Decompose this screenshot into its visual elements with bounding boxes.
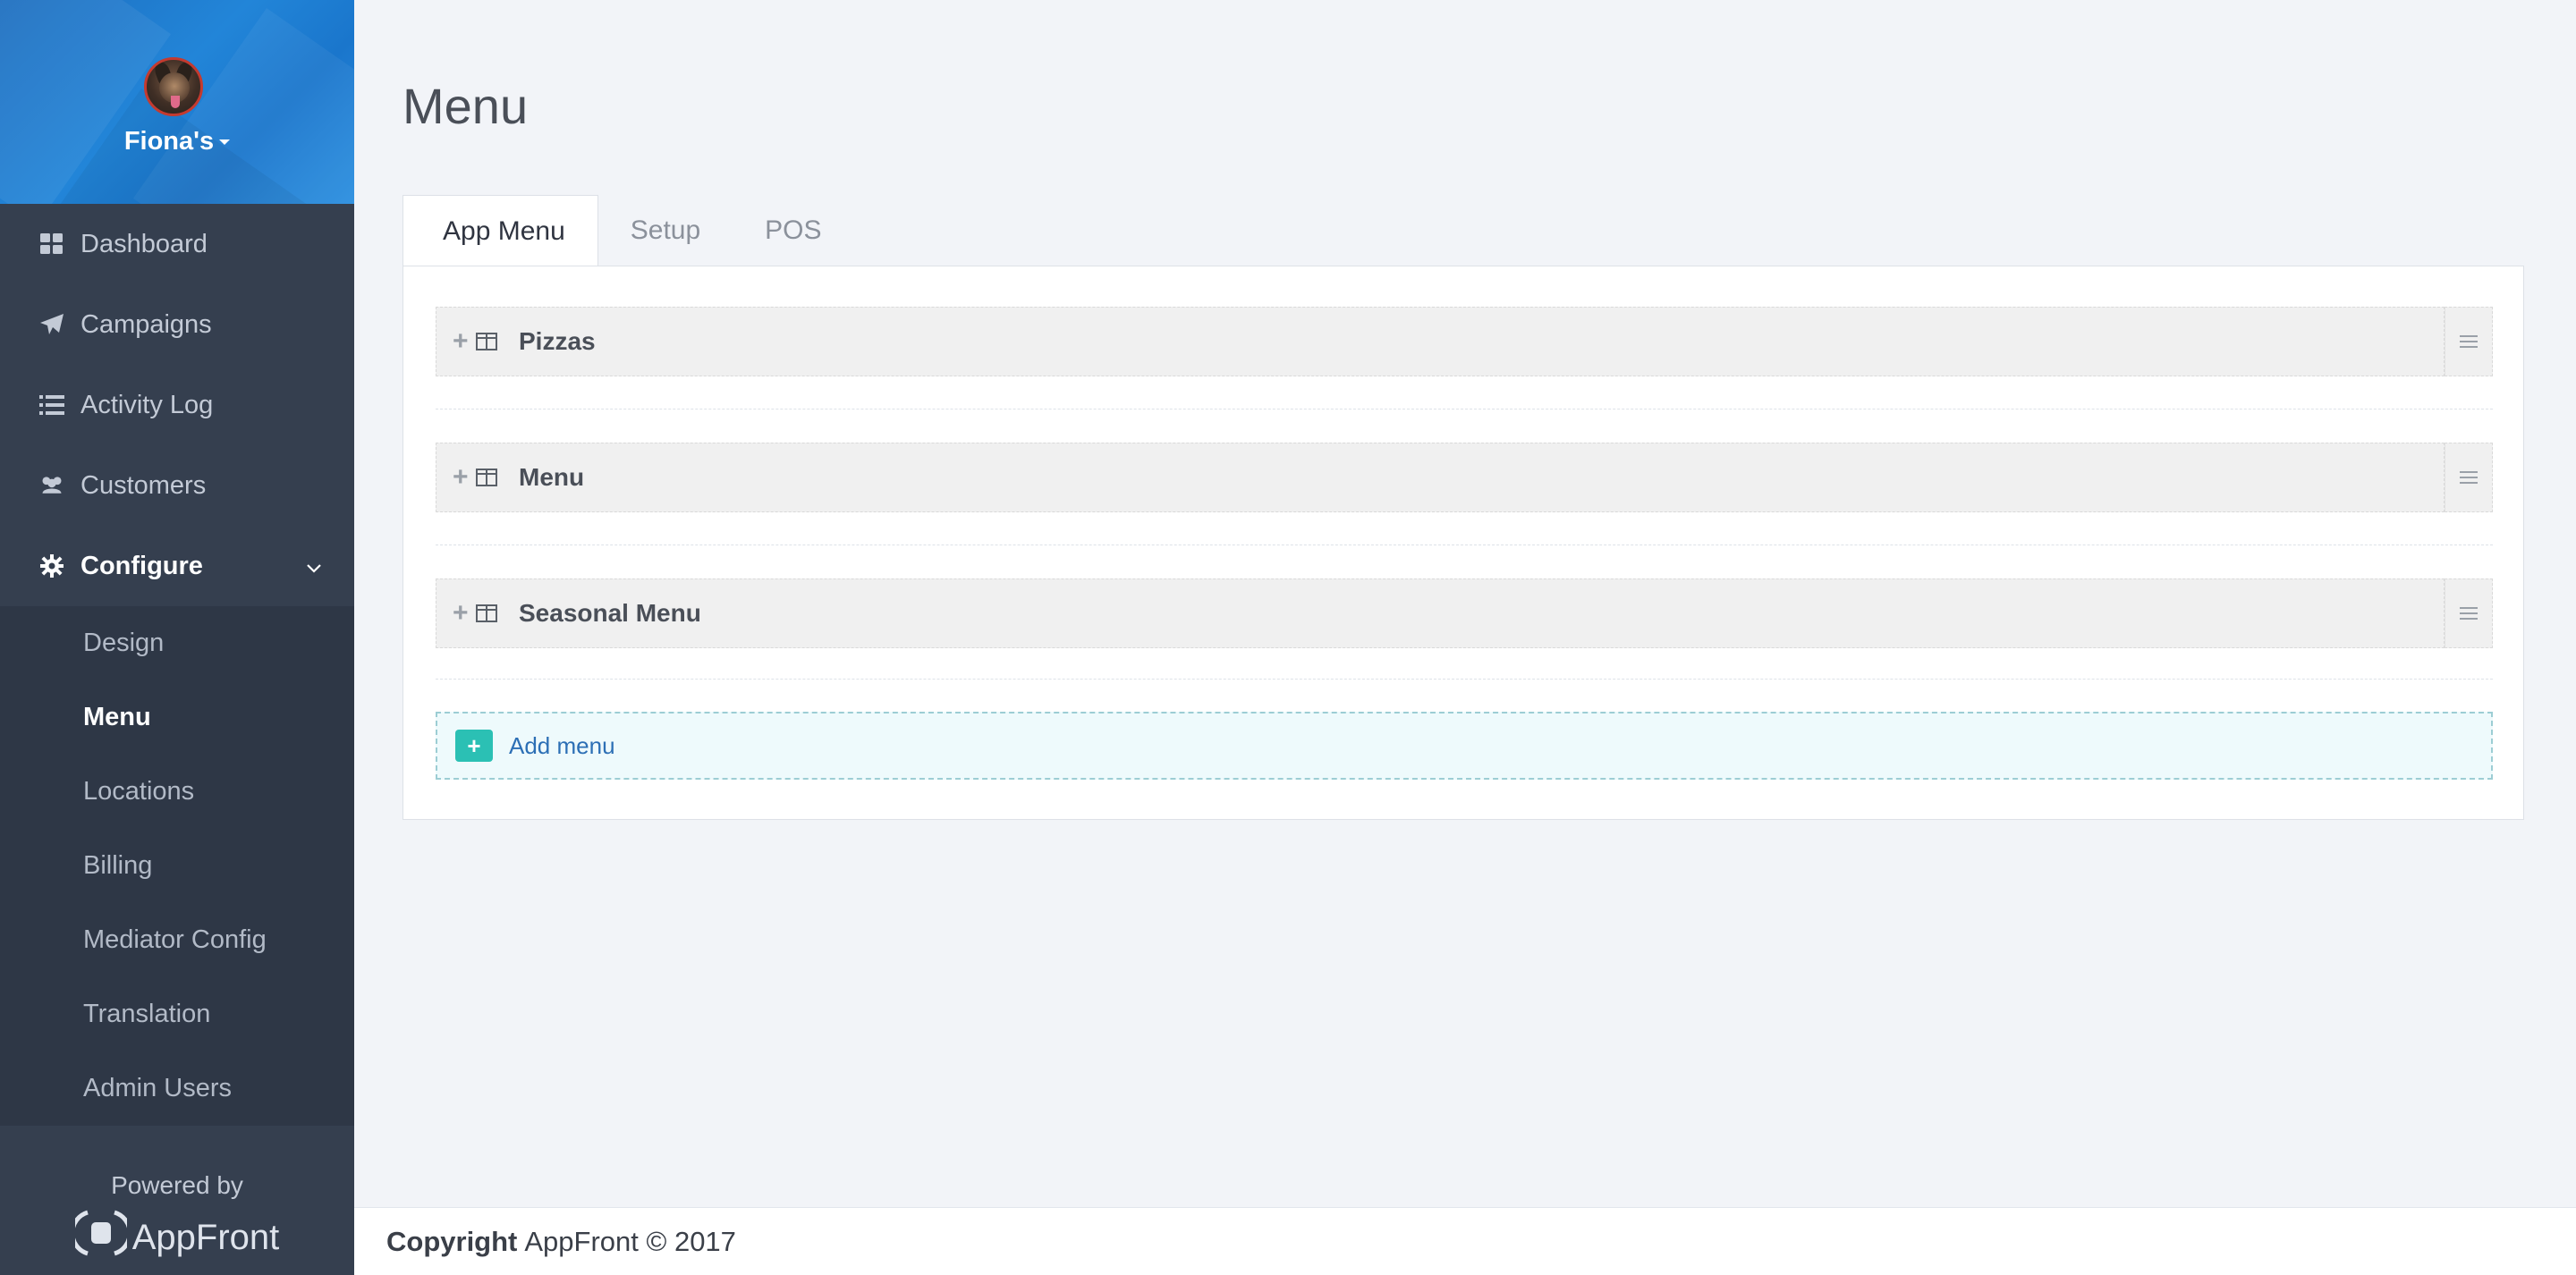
tab-setup[interactable]: Setup [598,195,733,266]
app-root: Fiona's Dashboard Campaigns Activity Log… [0,0,2576,1275]
sidebar-subitem-admin-users[interactable]: Admin Users [0,1051,354,1126]
sidebar-subitem-mediator-config[interactable]: Mediator Config [0,903,354,977]
columns-icon [476,333,512,350]
powered-by-text: Powered by [111,1171,243,1199]
sidebar-footer: Powered by AppFront [0,1150,354,1275]
menu-row: + Pizzas [436,307,2493,376]
columns-icon [476,469,512,486]
menu-row: + Menu [436,443,2493,512]
sidebar-item-label: Customers [80,470,207,500]
sidebar-nav: Dashboard Campaigns Activity Log Custome… [0,204,354,1126]
sidebar-subitem-menu[interactable]: Menu [0,680,354,755]
sidebar: Fiona's Dashboard Campaigns Activity Log… [0,0,354,1275]
dashboard-icon [39,232,64,257]
caret-down-icon [219,139,231,146]
chevron-down-icon [306,552,322,581]
expand-icon[interactable]: + [436,462,476,493]
appfront-logo[interactable]: AppFront [0,1209,354,1266]
tab-pos[interactable]: POS [733,195,853,266]
menu-item-label: Menu [519,463,585,491]
paper-plane-icon [39,312,64,337]
add-menu-button[interactable]: + Add menu [436,712,2493,780]
sidebar-item-campaigns[interactable]: Campaigns [0,284,354,365]
expand-icon[interactable]: + [436,598,476,629]
drop-zone-divider [436,409,2493,410]
menu-panel: + Pizzas + Menu + Seasonal Menu + Add me… [402,266,2524,820]
sidebar-header: Fiona's [0,0,354,204]
users-icon [39,473,64,498]
sidebar-item-label: Dashboard [80,229,208,258]
copyright-label: Copyright [386,1225,518,1257]
plus-icon: + [455,730,493,762]
columns-icon [476,604,512,622]
list-icon [39,393,64,418]
drag-handle-icon[interactable] [2445,443,2493,512]
sidebar-subitem-billing[interactable]: Billing [0,829,354,903]
menu-item-label: Pizzas [519,327,596,355]
sidebar-subitem-locations[interactable]: Locations [0,755,354,829]
menu-item-bar[interactable]: + Seasonal Menu [436,578,2445,648]
gear-icon [39,553,64,578]
sidebar-item-activity-log[interactable]: Activity Log [0,365,354,445]
configure-submenu: Design Menu Locations Billing Mediator C… [0,606,354,1126]
appfront-logo-text: AppFront [131,1217,280,1257]
avatar[interactable] [144,57,203,116]
sidebar-item-label: Activity Log [80,390,214,419]
drag-handle-icon[interactable] [2445,578,2493,648]
account-name: Fiona's [123,127,215,156]
tab-bar: App Menu Setup POS [402,195,854,266]
sidebar-item-dashboard[interactable]: Dashboard [0,204,354,284]
menu-item-bar[interactable]: + Menu [436,443,2445,512]
sidebar-subitem-translation[interactable]: Translation [0,977,354,1051]
drag-handle-icon[interactable] [2445,307,2493,376]
sidebar-subitem-design[interactable]: Design [0,606,354,680]
sidebar-item-customers[interactable]: Customers [0,445,354,526]
tab-app-menu[interactable]: App Menu [402,195,598,266]
page-footer: Copyright AppFront © 2017 [354,1207,2576,1275]
menu-item-bar[interactable]: + Pizzas [436,307,2445,376]
sidebar-item-label: Campaigns [80,309,212,339]
drop-zone-divider [436,679,2493,680]
copyright-text: AppFront © 2017 [524,1225,736,1257]
add-menu-label: Add menu [509,731,615,759]
expand-icon[interactable]: + [436,326,476,357]
page-title: Menu [402,78,529,134]
sidebar-item-label: Configure [80,551,203,580]
sidebar-item-configure[interactable]: Configure [0,526,354,606]
appfront-logo-icon [70,1209,132,1266]
main-content: Menu App Menu Setup POS + Pizzas + Menu … [354,0,2576,1207]
menu-row: + Seasonal Menu [436,578,2493,648]
menu-item-label: Seasonal Menu [519,599,701,627]
account-switcher[interactable]: Fiona's [0,127,354,156]
